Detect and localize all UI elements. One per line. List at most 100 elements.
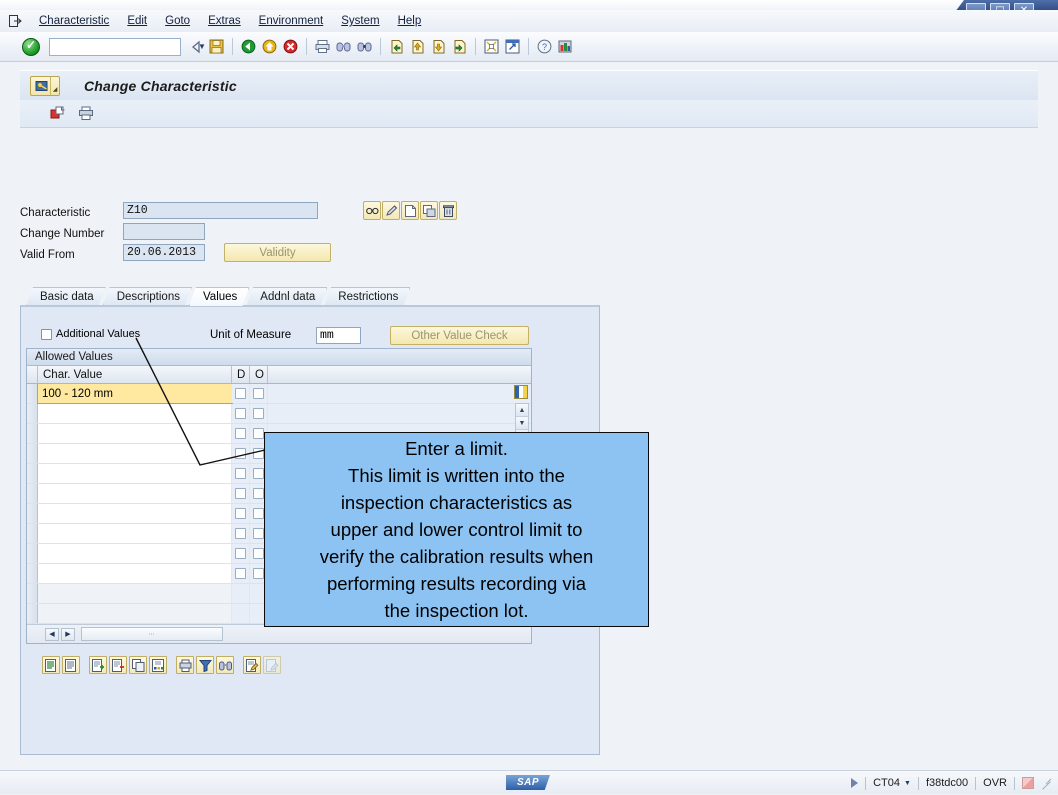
- cell-d[interactable]: [232, 564, 250, 583]
- checkbox-o[interactable]: [253, 508, 264, 519]
- checkbox-o[interactable]: [253, 568, 264, 579]
- checkbox-d[interactable]: [235, 408, 246, 419]
- checkbox-d[interactable]: [235, 528, 246, 539]
- checkbox-o[interactable]: [253, 528, 264, 539]
- grid-header-select-all[interactable]: [27, 366, 38, 383]
- cell-char-value[interactable]: [38, 464, 232, 483]
- new-entry-icon[interactable]: [48, 104, 68, 124]
- tab-basic-data[interactable]: Basic data: [26, 287, 106, 306]
- copy-row-icon[interactable]: [129, 656, 147, 674]
- previous-page-icon[interactable]: [408, 37, 427, 56]
- tab-restrictions[interactable]: Restrictions: [324, 287, 410, 306]
- tab-descriptions[interactable]: Descriptions: [103, 287, 192, 306]
- menu-item-edit[interactable]: Edit: [118, 13, 156, 29]
- unit-of-measure-input[interactable]: mm: [316, 327, 361, 344]
- checkbox-d[interactable]: [235, 388, 246, 399]
- checkbox-d[interactable]: [235, 568, 246, 579]
- cell-d[interactable]: [232, 464, 250, 483]
- cell-d[interactable]: [232, 484, 250, 503]
- last-page-icon[interactable]: [450, 37, 469, 56]
- delete-row-icon[interactable]: [109, 656, 127, 674]
- copy-icon[interactable]: [420, 201, 438, 220]
- grid-header-o[interactable]: O: [250, 366, 268, 383]
- row-selector[interactable]: [27, 564, 38, 583]
- cell-char-value[interactable]: [38, 524, 232, 543]
- row-selector[interactable]: [27, 424, 38, 443]
- detail-list-icon[interactable]: [62, 656, 80, 674]
- create-shortcut-icon[interactable]: [503, 37, 522, 56]
- connection-status-icon[interactable]: [1022, 777, 1034, 789]
- customize-local-layout-icon[interactable]: [556, 37, 575, 56]
- insert-row-icon[interactable]: [89, 656, 107, 674]
- cell-d[interactable]: [232, 404, 250, 423]
- green-check-enter-icon[interactable]: [22, 37, 40, 56]
- other-value-check-button[interactable]: Other Value Check: [390, 326, 529, 345]
- chevron-down-icon[interactable]: ▼: [904, 780, 911, 787]
- print-icon[interactable]: [313, 37, 332, 56]
- save-disk-icon[interactable]: [207, 37, 226, 56]
- table-row[interactable]: [27, 404, 531, 424]
- filter-icon[interactable]: [196, 656, 214, 674]
- tab-values[interactable]: Values: [189, 287, 249, 306]
- cell-char-value[interactable]: [38, 504, 232, 523]
- display-glasses-icon[interactable]: [363, 201, 381, 220]
- grid-header-d[interactable]: D: [232, 366, 250, 383]
- chevron-down-icon[interactable]: ◢: [50, 76, 59, 95]
- cell-d[interactable]: [232, 544, 250, 563]
- checkbox-o[interactable]: [253, 488, 264, 499]
- row-selector[interactable]: [27, 524, 38, 543]
- checkbox-o[interactable]: [253, 388, 264, 399]
- system-menu-icon[interactable]: [8, 14, 22, 28]
- find-next-icon[interactable]: [355, 37, 374, 56]
- help-icon[interactable]: ?: [535, 37, 554, 56]
- additional-values-checkbox[interactable]: [41, 328, 52, 340]
- back-green-icon[interactable]: [239, 37, 258, 56]
- hscroll-thumb[interactable]: ⋯: [81, 627, 223, 641]
- menu-item-system[interactable]: System: [332, 13, 388, 29]
- checkbox-d[interactable]: [235, 548, 246, 559]
- cell-char-value[interactable]: [38, 444, 232, 463]
- grid-header-char-value[interactable]: Char. Value: [38, 366, 232, 383]
- print-preview-icon[interactable]: [76, 104, 96, 124]
- cell-d[interactable]: [232, 444, 250, 463]
- row-selector[interactable]: [27, 404, 38, 423]
- resize-grip-icon[interactable]: [1040, 777, 1052, 789]
- cell-char-value[interactable]: 100 - 120 mm: [37, 384, 233, 404]
- cell-d[interactable]: [232, 384, 250, 403]
- next-page-icon[interactable]: [429, 37, 448, 56]
- edit-pencil-icon[interactable]: [382, 201, 400, 220]
- command-field[interactable]: ▼: [49, 37, 206, 56]
- cell-d[interactable]: [232, 504, 250, 523]
- checkbox-d[interactable]: [235, 448, 246, 459]
- characteristic-input[interactable]: Z10: [123, 202, 318, 219]
- cancel-red-icon[interactable]: [281, 37, 300, 56]
- row-selector[interactable]: [27, 504, 38, 523]
- checkbox-o[interactable]: [253, 448, 264, 459]
- edit-note-icon[interactable]: [243, 656, 261, 674]
- menu-item-extras[interactable]: Extras: [199, 13, 250, 29]
- table-row[interactable]: 100 - 120 mm: [27, 384, 531, 404]
- cell-char-value[interactable]: [38, 424, 232, 443]
- cell-d[interactable]: [232, 424, 250, 443]
- row-selector[interactable]: [27, 464, 38, 483]
- checkbox-d[interactable]: [235, 468, 246, 479]
- valid-from-input[interactable]: 20.06.2013: [123, 244, 205, 261]
- menu-item-goto[interactable]: Goto: [156, 13, 199, 29]
- exit-yellow-icon[interactable]: [260, 37, 279, 56]
- checkbox-o[interactable]: [253, 408, 264, 419]
- checkbox-d[interactable]: [235, 488, 246, 499]
- cell-o[interactable]: [250, 384, 268, 403]
- transaction-code[interactable]: CT04: [873, 777, 900, 789]
- find-icon[interactable]: [334, 37, 353, 56]
- cell-o[interactable]: [250, 404, 268, 423]
- tab-addnl-data[interactable]: Addnl data: [246, 287, 327, 306]
- hscroll-right-button[interactable]: ▶: [61, 627, 75, 641]
- column-config-icon[interactable]: [514, 385, 528, 399]
- cell-d[interactable]: [232, 524, 250, 543]
- cell-char-value[interactable]: [38, 484, 232, 503]
- menu-item-help[interactable]: Help: [389, 13, 431, 29]
- cell-char-value[interactable]: [38, 544, 232, 563]
- delete-trash-icon[interactable]: [439, 201, 457, 220]
- back-arrow-icon[interactable]: [186, 37, 205, 56]
- row-selector[interactable]: [27, 384, 38, 403]
